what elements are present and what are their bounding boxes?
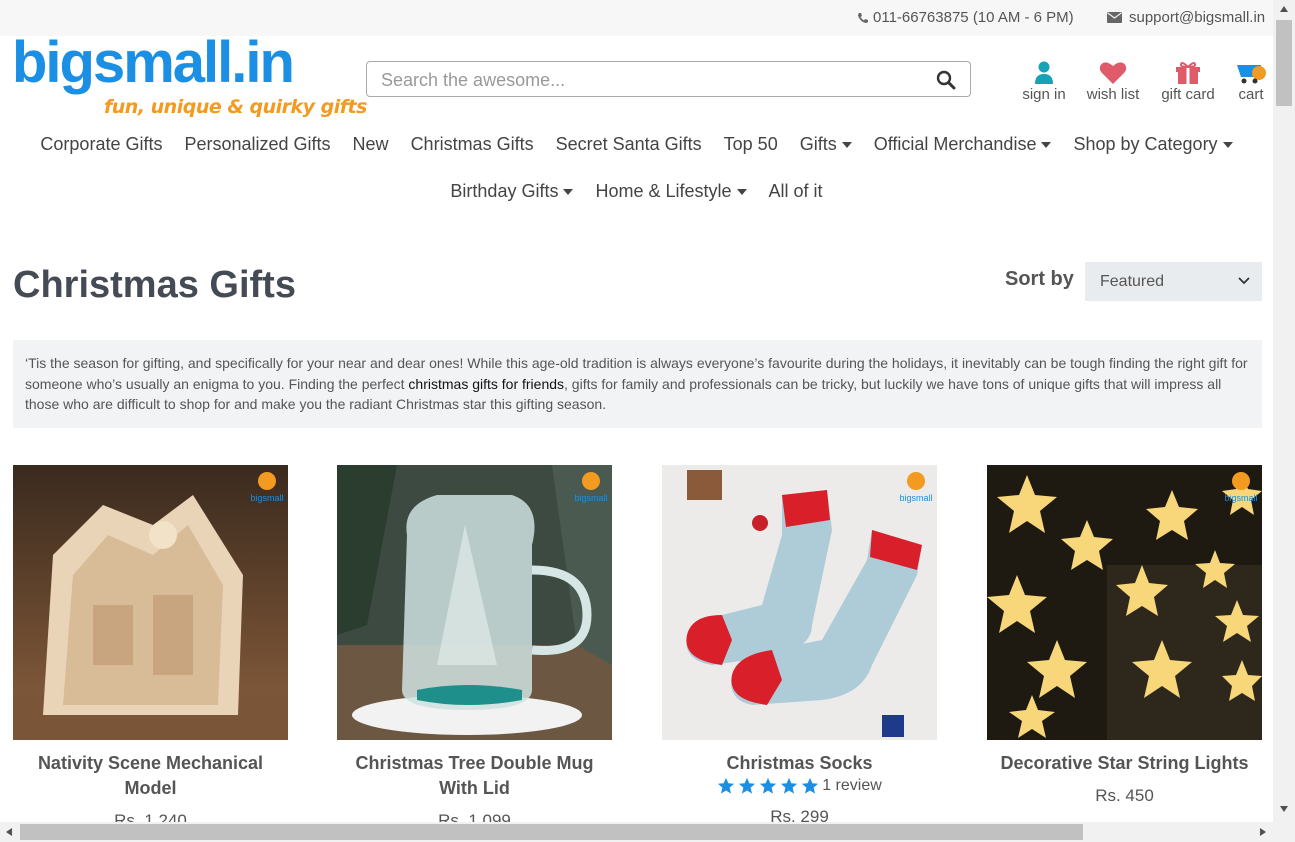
product-image[interactable]: bigsmall xyxy=(662,465,937,740)
svg-text:bigsmall: bigsmall xyxy=(1224,493,1257,503)
scrollbar-corner xyxy=(1273,822,1295,842)
scroll-up-icon[interactable] xyxy=(1280,6,1288,12)
scroll-right-icon[interactable] xyxy=(1260,828,1266,836)
chevron-down-icon xyxy=(1238,277,1250,285)
cart-icon xyxy=(1237,65,1266,84)
star-icon xyxy=(802,777,819,794)
product-image[interactable]: bigsmall xyxy=(337,465,612,740)
svg-text:bigsmall: bigsmall xyxy=(899,493,932,503)
cart-link[interactable]: cart xyxy=(1233,55,1269,103)
bigsmall-badge-icon: bigsmall xyxy=(899,472,933,503)
scroll-down-icon[interactable] xyxy=(1280,806,1288,812)
review-count[interactable]: 1 review xyxy=(822,777,882,795)
site-logo[interactable]: bigsmall.in fun, unique & quirky gifts xyxy=(12,34,367,120)
svg-text:bigsmall: bigsmall xyxy=(574,493,607,503)
star-icon xyxy=(739,777,756,794)
sort-select[interactable]: Featured xyxy=(1085,262,1262,301)
main-nav-row-1: Corporate Gifts Personalized Gifts New C… xyxy=(0,134,1273,155)
heart-icon xyxy=(1099,62,1127,84)
description-link[interactable]: christmas gifts for friends xyxy=(408,376,564,392)
star-icon xyxy=(760,777,777,794)
scroll-left-icon[interactable] xyxy=(6,828,12,836)
sign-in-link[interactable]: sign in xyxy=(1020,55,1068,103)
user-icon xyxy=(1035,61,1053,84)
sort-selected-value: Featured xyxy=(1100,273,1165,290)
rating-stars: 1 review xyxy=(662,777,937,795)
product-name[interactable]: Decorative Star String Lights xyxy=(987,751,1262,776)
email-contact[interactable]: support@bigsmall.in xyxy=(1107,9,1265,26)
caret-down-icon xyxy=(1041,141,1052,148)
phone-icon xyxy=(858,12,868,23)
search-input[interactable] xyxy=(379,67,923,93)
product-name[interactable]: Christmas Tree Double Mug With Lid xyxy=(337,751,612,801)
caret-down-icon xyxy=(841,141,852,148)
product-name[interactable]: Nativity Scene Mechanical Model xyxy=(13,751,288,801)
caret-down-icon xyxy=(563,188,574,195)
phone-number: 011-66763875 (10 AM - 6 PM) xyxy=(873,9,1074,26)
nav-new[interactable]: New xyxy=(353,134,389,155)
horizontal-scroll-thumb[interactable] xyxy=(20,824,1083,840)
logo-tagline: fun, unique & quirky gifts xyxy=(104,96,367,118)
logo-wordmark: bigsmall.in xyxy=(12,30,295,95)
search-icon[interactable] xyxy=(936,70,956,90)
caret-down-icon xyxy=(1222,141,1233,148)
product-image[interactable]: bigsmall xyxy=(13,465,288,740)
bigsmall-badge-icon: bigsmall xyxy=(1224,472,1258,503)
search-bar xyxy=(366,61,971,97)
gift-card-link[interactable]: gift card xyxy=(1158,55,1218,103)
nav-shop-by-category[interactable]: Shop by Category xyxy=(1073,134,1233,155)
sort-label: Sort by xyxy=(1005,268,1074,290)
star-icon xyxy=(718,777,735,794)
nav-top-50[interactable]: Top 50 xyxy=(724,134,778,155)
gift-card-label: gift card xyxy=(1161,86,1215,103)
product-price: Rs. 450 xyxy=(1095,786,1154,805)
nav-gifts[interactable]: Gifts xyxy=(800,134,852,155)
star-icon xyxy=(781,777,798,794)
main-nav-row-2: Birthday Gifts Home & Lifestyle All of i… xyxy=(0,181,1273,202)
page-title: Christmas Gifts xyxy=(13,264,296,306)
envelope-icon xyxy=(1107,12,1122,23)
bigsmall-badge-icon: bigsmall xyxy=(574,472,608,503)
nav-christmas-gifts[interactable]: Christmas Gifts xyxy=(411,134,534,155)
caret-down-icon xyxy=(736,188,747,195)
wish-list-label: wish list xyxy=(1086,86,1140,103)
gift-icon xyxy=(1176,62,1200,84)
product-card[interactable]: bigsmall Christmas Socks 1 review Rs. 29… xyxy=(662,465,937,827)
nav-secret-santa-gifts[interactable]: Secret Santa Gifts xyxy=(556,134,702,155)
sign-in-label: sign in xyxy=(1022,86,1066,103)
wish-list-link[interactable]: wish list xyxy=(1083,55,1143,103)
product-card[interactable]: bigsmall Nativity Scene Mechanical Model… xyxy=(13,465,288,831)
vertical-scrollbar[interactable] xyxy=(1273,0,1295,822)
nav-home-lifestyle[interactable]: Home & Lifestyle xyxy=(595,181,747,202)
bigsmall-badge-icon: bigsmall xyxy=(250,472,284,503)
phone-contact[interactable]: 011-66763875 (10 AM - 6 PM) xyxy=(857,9,1074,26)
svg-text:bigsmall: bigsmall xyxy=(250,493,283,503)
product-card[interactable]: bigsmall Christmas Tree Double Mug With … xyxy=(337,465,612,831)
cart-label: cart xyxy=(1238,86,1264,103)
email-address: support@bigsmall.in xyxy=(1129,9,1266,26)
nav-official-merchandise[interactable]: Official Merchandise xyxy=(874,134,1052,155)
nav-all-of-it[interactable]: All of it xyxy=(769,181,823,202)
product-image[interactable]: bigsmall xyxy=(987,465,1262,740)
product-card[interactable]: bigsmall Decorative Star String Lights R… xyxy=(987,465,1262,806)
nav-personalized-gifts[interactable]: Personalized Gifts xyxy=(184,134,330,155)
nav-corporate-gifts[interactable]: Corporate Gifts xyxy=(40,134,162,155)
nav-birthday-gifts[interactable]: Birthday Gifts xyxy=(450,181,574,202)
collection-description: ‘Tis the season for gifting, and specifi… xyxy=(13,340,1262,428)
horizontal-scrollbar[interactable] xyxy=(0,822,1273,842)
product-name[interactable]: Christmas Socks xyxy=(662,751,937,776)
vertical-scroll-thumb[interactable] xyxy=(1276,20,1292,106)
